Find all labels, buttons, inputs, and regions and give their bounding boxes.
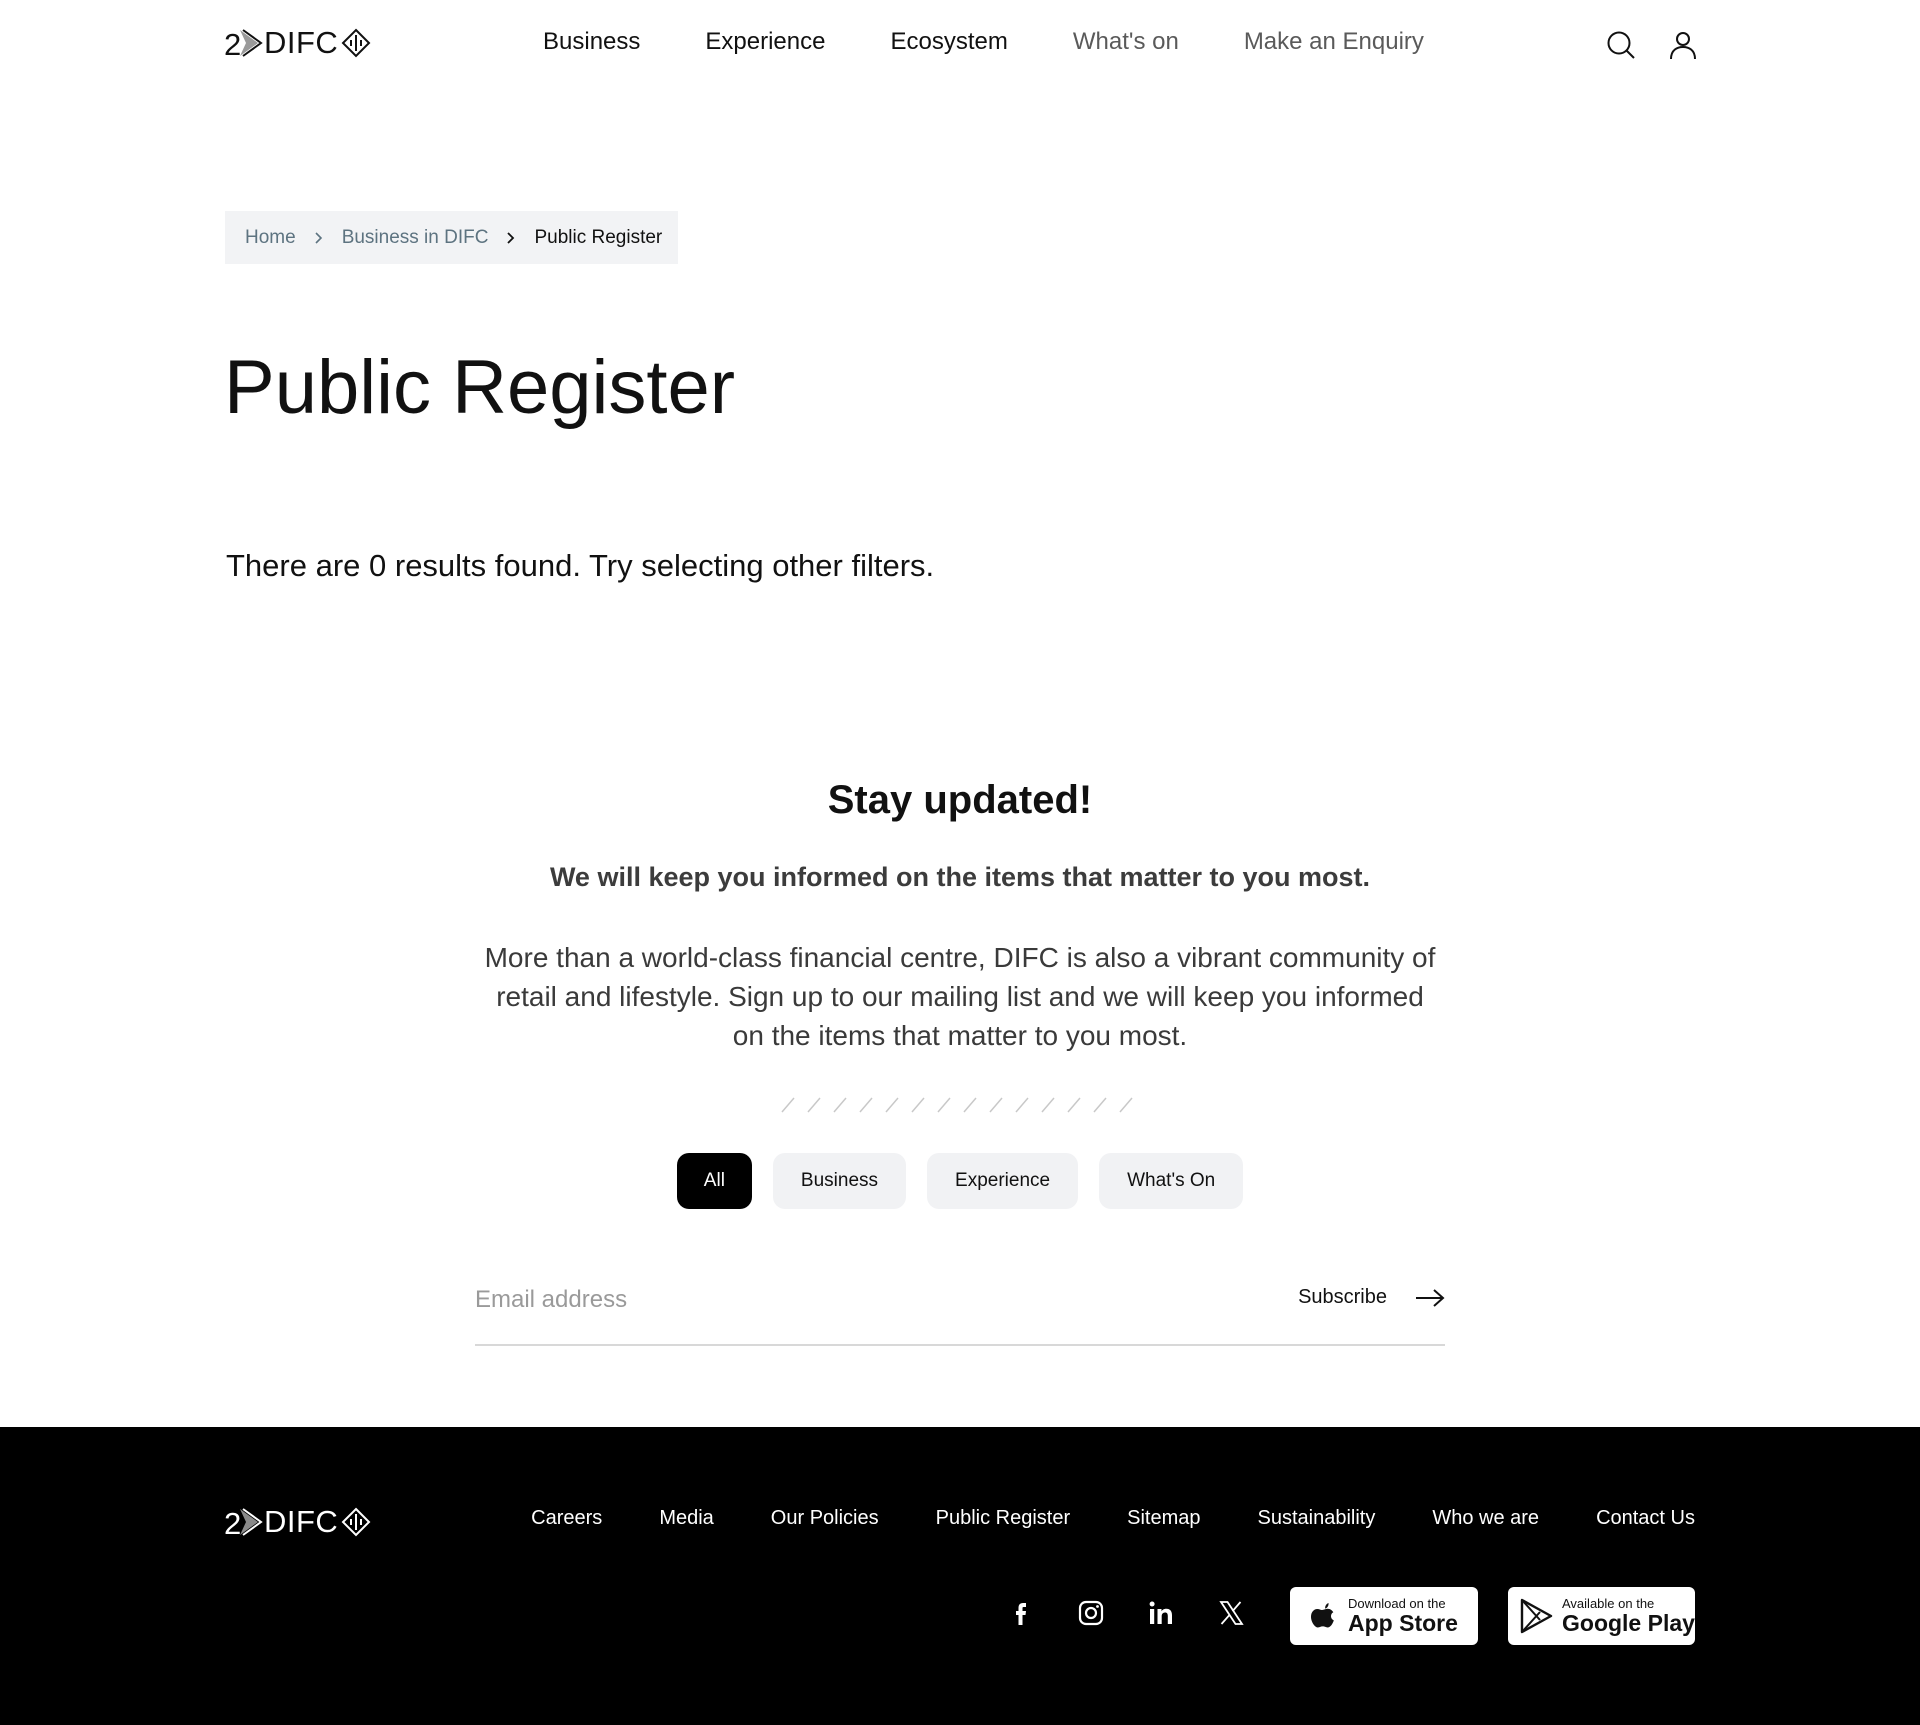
chevron-right-icon bbox=[315, 231, 322, 244]
footer-link-who-we-are[interactable]: Who we are bbox=[1432, 1507, 1539, 1530]
breadcrumb-business-in-difc[interactable]: Business in DIFC bbox=[342, 227, 489, 249]
subscribe-label: Subscribe bbox=[1298, 1286, 1387, 1308]
google-play-badge[interactable]: Available on the Google Play bbox=[1508, 1587, 1695, 1645]
x-icon[interactable] bbox=[1215, 1597, 1247, 1629]
twenty-anniversary-mark-icon: 2 bbox=[224, 1506, 263, 1539]
facebook-icon[interactable] bbox=[1005, 1597, 1037, 1629]
footer-link-our-policies[interactable]: Our Policies bbox=[771, 1507, 879, 1530]
breadcrumb: Home Business in DIFC Public Register bbox=[225, 211, 678, 264]
nav-make-enquiry[interactable]: Make an Enquiry bbox=[1244, 28, 1424, 56]
app-store-small-text: Download on the bbox=[1348, 1596, 1446, 1611]
user-icon[interactable] bbox=[1666, 28, 1700, 62]
breadcrumb-home[interactable]: Home bbox=[245, 227, 296, 249]
nav-ecosystem[interactable]: Ecosystem bbox=[890, 28, 1007, 56]
footer-links: Careers Media Our Policies Public Regist… bbox=[531, 1507, 1695, 1530]
site-header: 2 DIFC Business Experience Ecosystem Wha… bbox=[0, 0, 1920, 86]
filter-chip-whats-on[interactable]: What's On bbox=[1099, 1153, 1244, 1209]
footer-logo-text: DIFC bbox=[264, 1504, 339, 1539]
chevron-right-icon bbox=[507, 231, 515, 244]
main-nav: Business Experience Ecosystem What's on … bbox=[543, 28, 1489, 56]
filter-chip-all[interactable]: All bbox=[676, 1153, 752, 1209]
app-store-big-text: App Store bbox=[1348, 1610, 1458, 1636]
nav-business[interactable]: Business bbox=[543, 28, 640, 56]
footer-difc-logo[interactable]: 2 DIFC bbox=[224, 1504, 371, 1540]
svg-text:2: 2 bbox=[224, 27, 241, 60]
svg-text:2: 2 bbox=[224, 1506, 241, 1539]
footer-link-sitemap[interactable]: Sitemap bbox=[1127, 1507, 1200, 1530]
google-play-small-text: Available on the bbox=[1562, 1596, 1655, 1611]
logo-text: DIFC bbox=[264, 25, 339, 60]
subscribe-button[interactable]: Subscribe bbox=[1298, 1286, 1445, 1309]
site-footer: 2 DIFC Careers Media Our Policies Public… bbox=[0, 1427, 1920, 1725]
filter-chip-experience[interactable]: Experience bbox=[927, 1153, 1079, 1209]
google-play-big-text: Google Play bbox=[1562, 1610, 1695, 1636]
difc-diamond-icon bbox=[341, 28, 371, 58]
apple-icon bbox=[1311, 1603, 1334, 1628]
linkedin-icon[interactable] bbox=[1145, 1597, 1177, 1629]
email-field[interactable] bbox=[475, 1280, 1175, 1320]
footer-link-contact-us[interactable]: Contact Us bbox=[1596, 1507, 1695, 1530]
footer-link-sustainability[interactable]: Sustainability bbox=[1258, 1507, 1376, 1530]
decorative-hatch-divider bbox=[781, 1097, 1133, 1113]
arrow-right-icon bbox=[1416, 1288, 1445, 1307]
results-message: There are 0 results found. Try selecting… bbox=[226, 548, 935, 583]
footer-link-careers[interactable]: Careers bbox=[531, 1507, 602, 1530]
google-play-icon bbox=[1520, 1598, 1553, 1634]
newsletter-body: More than a world-class financial centre… bbox=[484, 942, 1436, 1051]
difc-logo[interactable]: 2 DIFC bbox=[224, 25, 371, 61]
page-title: Public Register bbox=[224, 345, 736, 430]
filter-chip-business[interactable]: Business bbox=[772, 1153, 907, 1209]
newsletter-subtitle: We will keep you informed on the items t… bbox=[549, 862, 1371, 892]
instagram-icon[interactable] bbox=[1075, 1597, 1107, 1629]
newsletter-title: Stay updated! bbox=[827, 778, 1093, 822]
nav-whats-on[interactable]: What's on bbox=[1073, 28, 1179, 56]
footer-link-media[interactable]: Media bbox=[659, 1507, 713, 1530]
app-store-badge[interactable]: Download on the App Store bbox=[1290, 1587, 1478, 1645]
subscribe-form: Subscribe bbox=[475, 1276, 1445, 1346]
nav-experience[interactable]: Experience bbox=[705, 28, 825, 56]
twenty-anniversary-mark-icon: 2 bbox=[224, 27, 263, 60]
breadcrumb-current: Public Register bbox=[534, 226, 663, 248]
footer-link-public-register[interactable]: Public Register bbox=[936, 1507, 1071, 1530]
search-icon[interactable] bbox=[1604, 28, 1638, 62]
difc-diamond-icon bbox=[341, 1507, 371, 1537]
newsletter-filter-chips: All Business Experience What's On bbox=[0, 1153, 1920, 1209]
